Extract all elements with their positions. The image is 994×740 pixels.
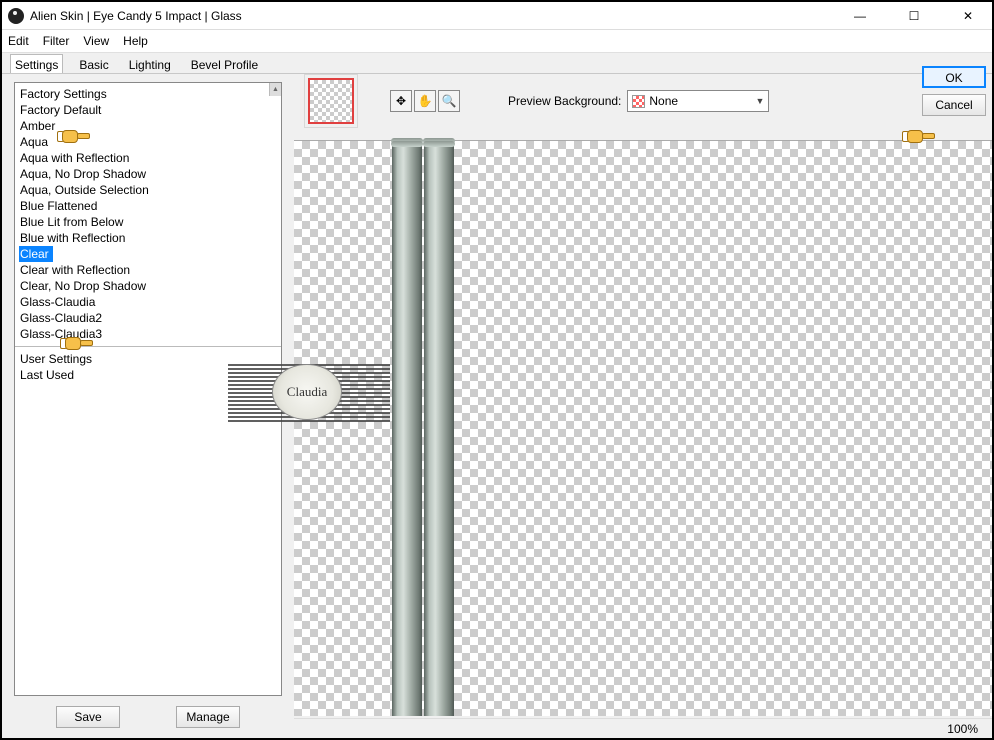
maximize-button[interactable]: ☐ (896, 6, 932, 26)
window-title: Alien Skin | Eye Candy 5 Impact | Glass (30, 9, 842, 23)
preview-object (424, 141, 454, 716)
list-item[interactable]: Clear, No Drop Shadow (19, 278, 277, 294)
hand-tool-icon[interactable]: ✋ (414, 90, 436, 112)
app-icon (8, 8, 24, 24)
list-header-user: User Settings (19, 351, 277, 367)
preview-canvas[interactable] (294, 140, 992, 716)
menu-help[interactable]: Help (123, 34, 148, 48)
titlebar: Alien Skin | Eye Candy 5 Impact | Glass … (2, 2, 992, 30)
list-item[interactable]: Last Used (19, 367, 277, 383)
menu-edit[interactable]: Edit (8, 34, 29, 48)
tabbar: Settings Basic Lighting Bevel Profile (2, 52, 992, 74)
preview-object (392, 141, 422, 716)
list-item[interactable]: Blue Flattened (19, 198, 277, 214)
settings-buttons: Save Manage (14, 706, 282, 728)
list-item[interactable]: Blue Lit from Below (19, 214, 277, 230)
list-item-selected[interactable]: Clear (19, 246, 53, 262)
preview-background-value: None (649, 94, 678, 108)
swatch-icon (632, 95, 645, 108)
pointer-hand-icon (65, 335, 95, 353)
menu-filter[interactable]: Filter (43, 34, 70, 48)
save-button[interactable]: Save (56, 706, 120, 728)
list-item[interactable]: Blue with Reflection (19, 230, 277, 246)
manage-button[interactable]: Manage (176, 706, 240, 728)
list-item[interactable]: Aqua with Reflection (19, 150, 277, 166)
tab-bevel-profile[interactable]: Bevel Profile (187, 55, 262, 73)
list-item[interactable]: Factory Default (19, 102, 277, 118)
zoom-tool-icon[interactable]: 🔍 (438, 90, 460, 112)
preview-background-label: Preview Background: (508, 94, 621, 108)
window-controls: — ☐ ✕ (842, 6, 986, 26)
list-item[interactable]: Clear with Reflection (19, 262, 277, 278)
app-window: Alien Skin | Eye Candy 5 Impact | Glass … (0, 0, 994, 740)
move-tool-icon[interactable]: ✥ (390, 90, 412, 112)
content-area: Factory Settings Factory Default Amber A… (2, 74, 992, 738)
tab-lighting[interactable]: Lighting (125, 55, 175, 73)
preview-area: OK Cancel ✥ ✋ 🔍 Preview Background: (294, 74, 992, 738)
zoom-level: 100% (947, 722, 978, 736)
menubar: Edit Filter View Help (2, 30, 992, 52)
preview-tool-buttons: ✥ ✋ 🔍 (390, 90, 460, 112)
thumbnail-frame (304, 74, 358, 128)
scroll-up-button[interactable] (269, 83, 281, 96)
tab-basic[interactable]: Basic (75, 55, 112, 73)
list-separator (15, 346, 281, 347)
preview-background-control: Preview Background: None ▼ (508, 90, 769, 112)
list-item[interactable]: Glass-Claudia2 (19, 310, 277, 326)
statusbar: 100% (294, 718, 992, 738)
list-header-factory: Factory Settings (19, 86, 277, 102)
minimize-button[interactable]: — (842, 6, 878, 26)
pointer-hand-icon (907, 128, 937, 146)
settings-panel: Factory Settings Factory Default Amber A… (2, 74, 294, 738)
list-item[interactable]: Aqua, Outside Selection (19, 182, 277, 198)
tab-settings[interactable]: Settings (10, 54, 63, 73)
menu-view[interactable]: View (83, 34, 109, 48)
list-item[interactable]: Glass-Claudia (19, 294, 277, 310)
thumbnail-row: ✥ ✋ 🔍 Preview Background: None ▼ (304, 74, 992, 128)
close-button[interactable]: ✕ (950, 6, 986, 26)
chevron-down-icon: ▼ (755, 96, 764, 106)
list-item[interactable]: Aqua, No Drop Shadow (19, 166, 277, 182)
pointer-hand-icon (62, 128, 92, 146)
preview-background-select[interactable]: None ▼ (627, 90, 769, 112)
list-item[interactable]: Glass-Claudia3 (19, 326, 277, 342)
settings-listbox[interactable]: Factory Settings Factory Default Amber A… (14, 82, 282, 696)
thumbnail[interactable] (308, 78, 354, 124)
